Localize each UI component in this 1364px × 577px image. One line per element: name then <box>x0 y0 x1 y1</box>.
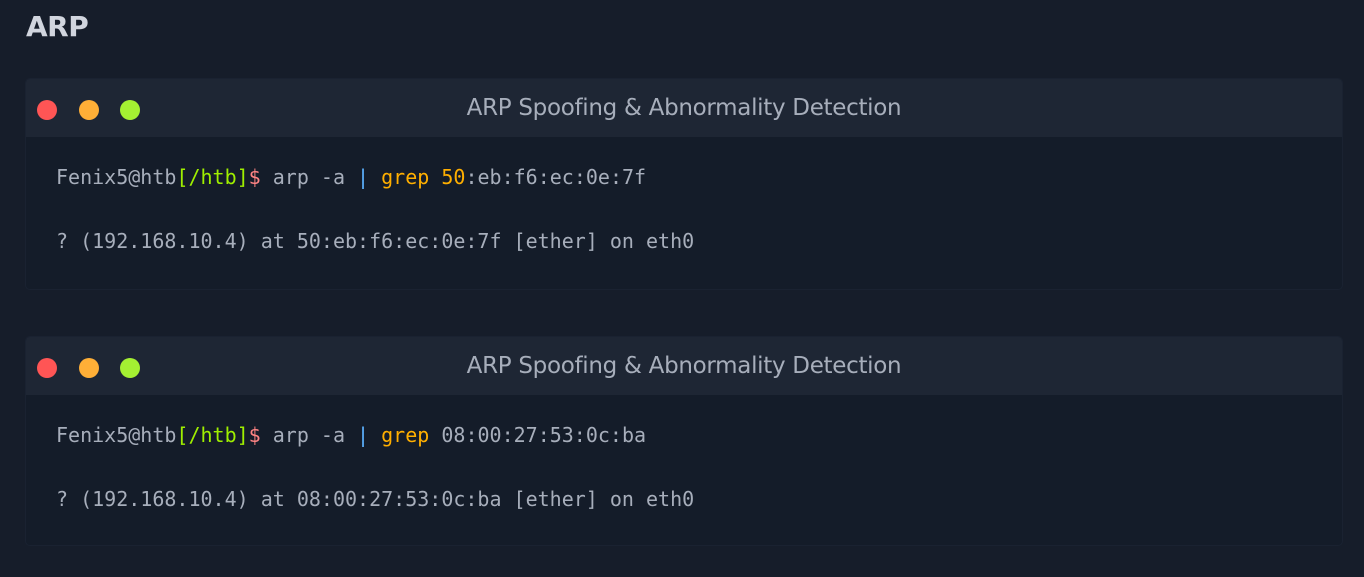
terminal-title: ARP Spoofing & Abnormality Detection <box>466 95 902 121</box>
command-text: arp -a <box>260 165 358 189</box>
prompt-user: Fenix5@htb <box>56 423 177 447</box>
terminal-titlebar: ARP Spoofing & Abnormality Detection <box>26 337 1342 395</box>
terminal-window: ARP Spoofing & Abnormality Detection Fen… <box>26 79 1342 289</box>
prompt-symbol: $ <box>248 423 261 447</box>
terminal-title: ARP Spoofing & Abnormality Detection <box>466 353 902 379</box>
argument-text: :eb:f6:ec:0e:7f <box>465 165 647 189</box>
argument-highlight: 50 <box>441 165 466 189</box>
pipe-symbol: | <box>357 423 370 447</box>
terminal-titlebar: ARP Spoofing & Abnormality Detection <box>26 79 1342 137</box>
terminal-window: ARP Spoofing & Abnormality Detection Fen… <box>26 337 1342 545</box>
page-heading: ARP <box>26 10 89 43</box>
prompt-path: [/htb] <box>176 165 249 189</box>
command-line: Fenix5@htb[/htb]$ arp -a | grep 50:eb:f6… <box>56 165 646 189</box>
pipe-symbol: | <box>357 165 370 189</box>
argument-text: 08:00:27:53:0c:ba <box>441 423 647 447</box>
command-output: ? (192.168.10.4) at 08:00:27:53:0c:ba [e… <box>56 487 695 511</box>
grep-command: grep <box>381 165 430 189</box>
prompt-path: [/htb] <box>176 423 249 447</box>
command-text: arp -a <box>260 423 358 447</box>
command-output: ? (192.168.10.4) at 50:eb:f6:ec:0e:7f [e… <box>56 229 695 253</box>
prompt-symbol: $ <box>248 165 261 189</box>
grep-command: grep <box>381 423 430 447</box>
prompt-user: Fenix5@htb <box>56 165 177 189</box>
command-line: Fenix5@htb[/htb]$ arp -a | grep 08:00:27… <box>56 423 646 447</box>
